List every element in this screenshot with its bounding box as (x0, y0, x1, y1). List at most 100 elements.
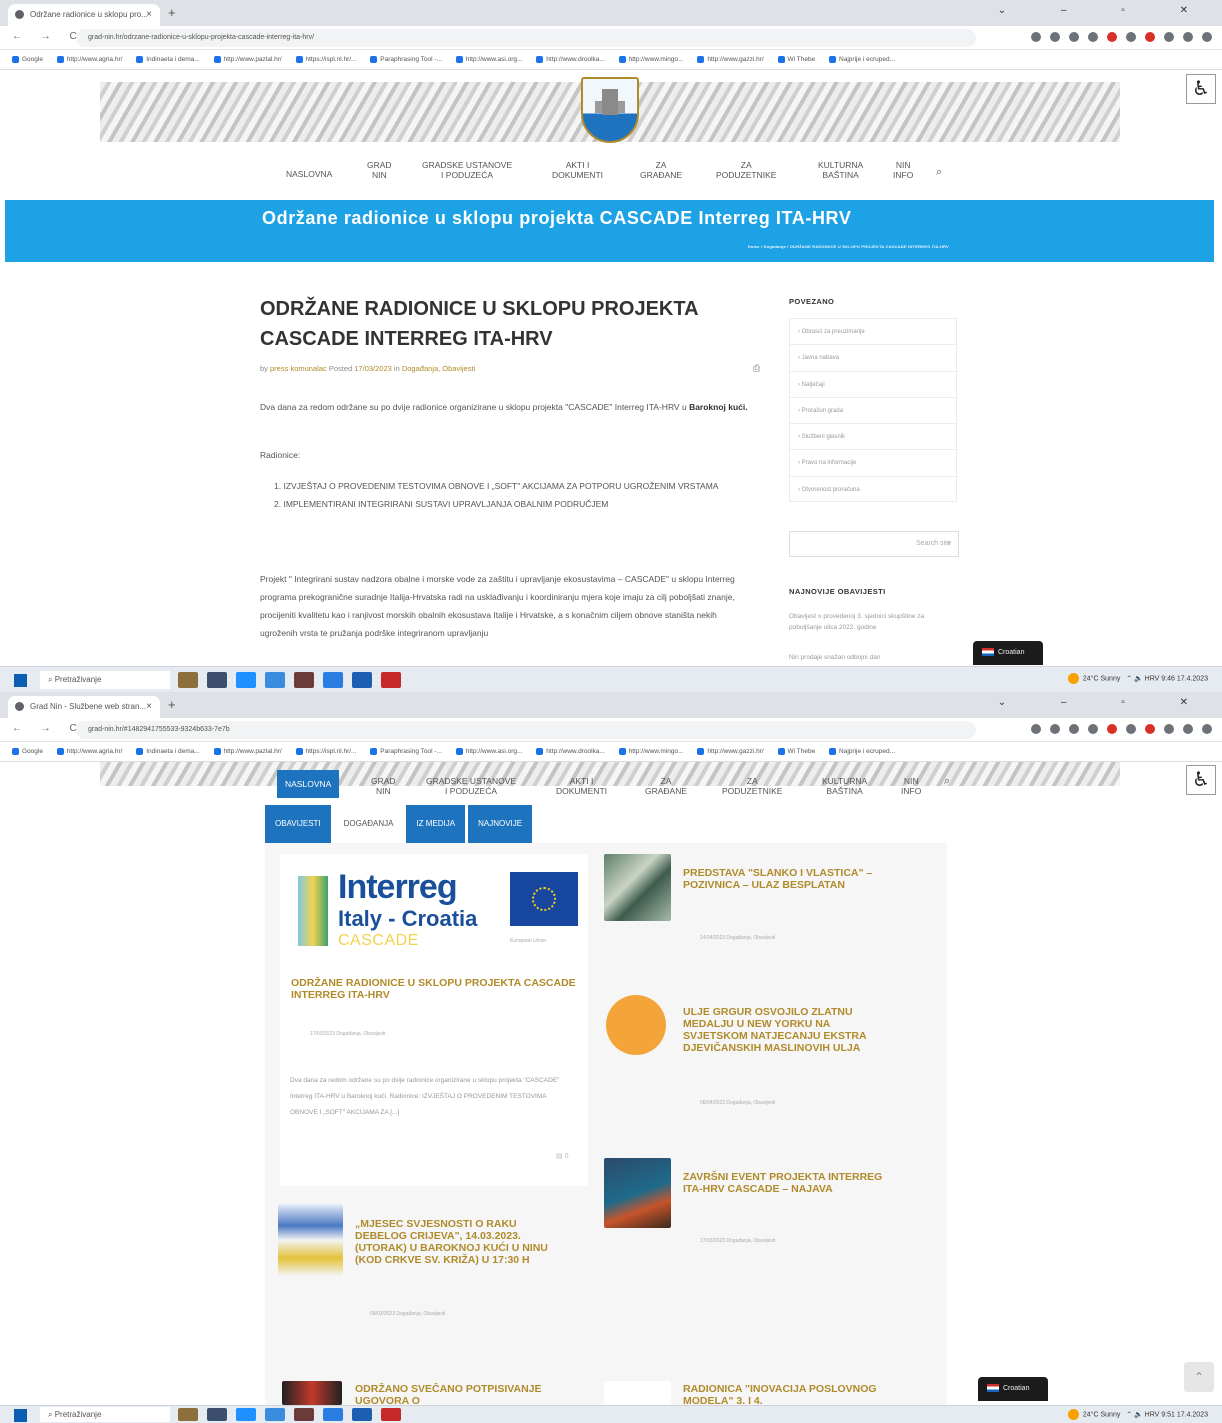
post-title[interactable]: RADIONICA "INOVACIJA POSLOVNOG MODELA" 3… (683, 1383, 888, 1405)
bookmark[interactable]: http://www.agria.hr/ (56, 50, 122, 69)
menu-kulturna-bastina[interactable]: KULTURNA BAŠTINA (818, 160, 863, 180)
category-links[interactable]: Događanja, Obavijesti (402, 364, 475, 373)
post-title[interactable]: PREDSTAVA "SLANKO I VLASTICA" – POZIVNIC… (683, 867, 888, 891)
search-icon[interactable]: ⌕ (936, 167, 942, 178)
bookmark[interactable]: http://www.asi.org... (455, 742, 522, 761)
extension-icons[interactable] (1031, 32, 1212, 42)
bookmark[interactable]: http://www.gazzi.hr/ (697, 50, 764, 69)
menu-akti-dokumenti[interactable]: AKTI I DOKUMENTI (552, 160, 603, 180)
bookmark[interactable]: Indinaeta i dema... (136, 742, 200, 761)
taskbar-apps[interactable] (178, 672, 401, 688)
post-title[interactable]: „MJESEC SVJESNOSTI O RAKU DEBELOG CRIJEV… (355, 1218, 560, 1266)
scroll-to-top-button[interactable]: ⌃ (1184, 1362, 1214, 1392)
post-thumbnail[interactable] (604, 854, 671, 921)
new-tab-icon[interactable]: + (168, 697, 176, 712)
sidebar-link[interactable]: › Otvorenost proračuna (789, 475, 957, 503)
menu-za-poduzetnike[interactable]: ZA PODUZETNIKE (716, 160, 776, 180)
bookmark[interactable]: http://www.gazzi.hr/ (697, 742, 764, 761)
bookmark[interactable]: http://www.droolka... (536, 50, 605, 69)
menu-nin-info[interactable]: NIN INFO (901, 776, 921, 796)
featured-title[interactable]: ODRŽANE RADIONICE U SKLOPU PROJEKTA CASC… (291, 977, 581, 1001)
extension-icons[interactable] (1031, 724, 1212, 734)
menu-gradske-ustanove[interactable]: GRADSKE USTANOVE I PODUZEĆA (426, 776, 516, 796)
bookmark[interactable]: Wi Thebe (777, 742, 815, 761)
browser-tab[interactable]: Grad Nin - Službene web stran... × (8, 696, 160, 718)
bookmark[interactable]: Najprije i ecruped... (829, 742, 895, 761)
bookmark[interactable]: Google (12, 50, 43, 69)
bookmark[interactable]: Paraphrasing Tool -... (370, 50, 442, 69)
browser-tab[interactable]: Održane radionice u sklopu pro... × (8, 4, 160, 26)
breadcrumb[interactable]: Home / Događanja / ODRŽANE RADIONICE U S… (748, 244, 949, 249)
close-tab-icon[interactable]: × (146, 4, 152, 26)
taskbar-search[interactable]: ⌕ Pretraživanje (40, 1407, 170, 1422)
tab-iz-medija[interactable]: IZ MEDIJA (406, 805, 466, 843)
bookmark[interactable]: https://ispl.nl.hr/... (295, 50, 356, 69)
menu-naslovna[interactable]: NASLOVNA (286, 169, 332, 179)
post-thumbnail[interactable] (604, 1158, 671, 1228)
bookmark[interactable]: Najprije i ecruped... (829, 50, 895, 69)
post-title[interactable]: ULJE GRGUR OSVOJILO ZLATNU MEDALJU U NEW… (683, 1006, 888, 1054)
post-thumbnail[interactable] (606, 995, 666, 1055)
tab-dogadanja[interactable]: DOGAĐANJA (333, 805, 404, 843)
menu-nin-info[interactable]: NIN INFO (893, 160, 913, 180)
bookmark[interactable]: http://www.mingo... (618, 50, 684, 69)
comment-count[interactable]: ▤ 0 (556, 1152, 568, 1160)
bookmark[interactable]: Paraphrasing Tool -... (370, 742, 442, 761)
bookmark[interactable]: http://www.droolka... (536, 742, 605, 761)
taskbar-search[interactable]: ⌕ Pretraživanje (40, 671, 170, 689)
sidebar-link[interactable]: › Pravo na informacije (789, 449, 957, 476)
menu-naslovna[interactable]: NASLOVNA (277, 770, 340, 798)
menu-kulturna-bastina[interactable]: KULTURNA BAŠTINA (822, 776, 867, 796)
sidebar-search-input[interactable]: Search site ⌕ (789, 531, 959, 557)
search-icon[interactable]: ⌕ (947, 532, 951, 556)
bookmark[interactable]: http://www.pazlal.hr/ (213, 50, 282, 69)
window-controls[interactable]: ⌄ – ▫ ✕ (998, 5, 1214, 16)
menu-za-poduzetnike[interactable]: ZA PODUZETNIKE (722, 776, 782, 796)
bookmark[interactable]: http://www.pazlal.hr/ (213, 742, 282, 761)
language-switcher[interactable]: Croatian (978, 1377, 1048, 1401)
language-switcher[interactable]: Croatian (973, 641, 1043, 665)
bookmark[interactable]: http://www.agria.hr/ (56, 742, 122, 761)
accessibility-icon[interactable]: ♿ (1186, 74, 1216, 104)
sidebar-link[interactable]: › Javna nabava (789, 344, 957, 371)
search-icon[interactable]: ⌕ (944, 776, 950, 787)
menu-za-gradane[interactable]: ZA GRAĐANE (640, 160, 682, 180)
sidebar-link[interactable]: › Obrasci za preuzimanje (789, 318, 957, 345)
print-icon[interactable]: ⎙ (753, 363, 760, 374)
bookmark[interactable]: Indinaeta i dema... (136, 50, 200, 69)
url-field[interactable]: grad-nin.hr/#1482941755533-9324b633-7e7b (76, 721, 976, 739)
city-crest-logo[interactable] (581, 77, 639, 143)
latest-item[interactable]: Obavijest o provedenoj 3. sjednici skupš… (789, 611, 939, 633)
author-link[interactable]: press komunalac (270, 364, 327, 373)
windows-start-icon[interactable] (14, 1409, 27, 1422)
menu-za-gradane[interactable]: ZA GRAĐANE (645, 776, 687, 796)
featured-post[interactable]: Interreg Italy - Croatia CASCADE Europea… (280, 854, 588, 1186)
nav-buttons[interactable]: ← → C (12, 723, 85, 734)
sidebar-link[interactable]: › Službeni glasnik (789, 423, 957, 450)
system-tray[interactable]: 24°C Sunny ⌃ 🔈 HRV 9:46 17.4.2023 (1067, 673, 1208, 684)
bookmark[interactable]: http://www.mingo... (618, 742, 684, 761)
sidebar-link[interactable]: › Natječaji (789, 370, 957, 397)
nav-buttons[interactable]: ← → C (12, 31, 85, 42)
menu-gradske-ustanove[interactable]: GRADSKE USTANOVE I PODUZEĆA (422, 160, 512, 180)
tab-najnovije[interactable]: NAJNOVIJE (468, 805, 533, 843)
new-tab-icon[interactable]: + (168, 5, 176, 20)
post-thumbnail[interactable] (278, 1204, 343, 1276)
menu-akti-dokumenti[interactable]: AKTI I DOKUMENTI (556, 776, 607, 796)
tab-obavijesti[interactable]: OBAVIJESTI (265, 805, 331, 843)
menu-grad-nin[interactable]: GRAD NIN (367, 160, 392, 180)
post-title[interactable]: ODRŽANO SVEČANO POTPISIVANJE UGOVORA O (355, 1383, 560, 1405)
window-controls[interactable]: ⌄ – ▫ ✕ (998, 697, 1214, 708)
system-tray[interactable]: 24°C Sunny ⌃ 🔈 HRV 9:51 17.4.2023 (1067, 1409, 1208, 1420)
post-thumbnail[interactable] (282, 1381, 342, 1405)
close-tab-icon[interactable]: × (146, 696, 152, 718)
latest-item[interactable]: Nin prodaje snažan odbojni dan (789, 652, 939, 663)
post-thumbnail[interactable] (604, 1381, 671, 1405)
bookmark[interactable]: Google (12, 742, 43, 761)
windows-start-icon[interactable] (14, 674, 27, 687)
menu-grad-nin[interactable]: GRAD NIN (371, 776, 396, 796)
post-title[interactable]: ZAVRŠNI EVENT PROJEKTA INTERREG ITA-HRV … (683, 1171, 888, 1195)
taskbar-apps[interactable] (178, 1408, 401, 1421)
bookmark[interactable]: Wi Thebe (777, 50, 815, 69)
sidebar-link[interactable]: › Proračun grada (789, 396, 957, 424)
